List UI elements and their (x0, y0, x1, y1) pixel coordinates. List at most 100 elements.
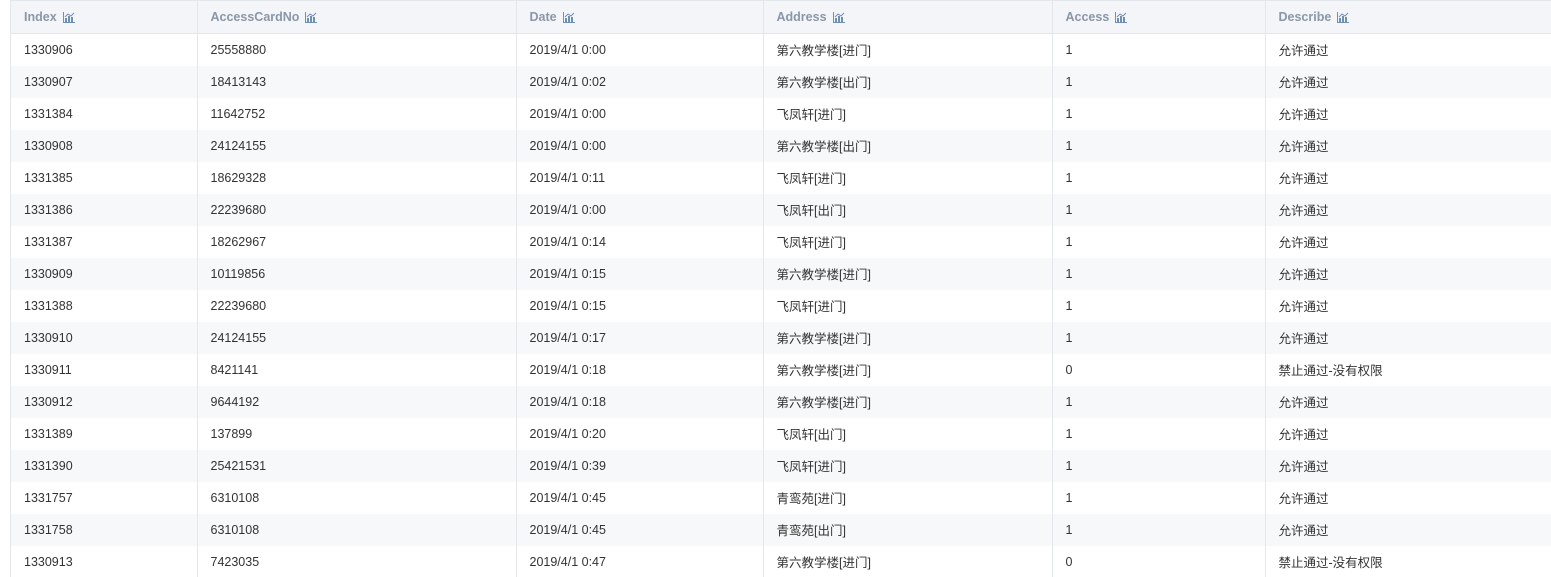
cell-access: 1 (1052, 97, 1266, 130)
column-header-label: AccessCardNo (210, 10, 300, 24)
cell-date: 2019/4/1 0:02 (516, 65, 764, 98)
table-row[interactable]: 1330906 25558880 2019/4/1 0:00 第六教学楼[进门] 1 允许… (11, 33, 1551, 66)
cell-describe: 允许通过 (1265, 449, 1551, 482)
cell-address: 飞凤轩[进门] (763, 289, 1053, 322)
cell-access-card-no: 22239680 (197, 193, 517, 226)
cell-address: 飞凤轩[进门] (763, 161, 1053, 194)
column-header-address[interactable]: Address (763, 0, 1053, 34)
table-row[interactable]: 1331390 25421531 2019/4/1 0:39 飞凤轩[进门] 1 允许通过 (11, 449, 1551, 482)
chart-icon[interactable] (1337, 11, 1350, 23)
cell-date: 2019/4/1 0:14 (516, 225, 764, 258)
cell-describe: 允许通过 (1265, 193, 1551, 226)
chart-icon[interactable] (562, 11, 575, 23)
column-header-describe[interactable]: Describe (1265, 0, 1551, 34)
column-header-label: Address (776, 10, 827, 24)
cell-date: 2019/4/1 0:20 (516, 417, 764, 450)
cell-date: 2019/4/1 0:47 (516, 545, 764, 577)
cell-access-card-no: 18413143 (197, 65, 517, 98)
cell-describe: 允许通过 (1265, 257, 1551, 290)
chart-icon[interactable] (305, 11, 318, 23)
cell-address: 第六教学楼[进门] (763, 353, 1053, 386)
cell-address: 青鸾苑[出门] (763, 513, 1053, 546)
table-row[interactable]: 1330912 9644192 2019/4/1 0:18 第六教学楼[进门] 1 允许通… (11, 385, 1551, 418)
cell-index: 1331390 (11, 449, 198, 482)
table-row[interactable]: 1331386 22239680 2019/4/1 0:00 飞凤轩[出门] 1 允许通过 (11, 193, 1551, 226)
column-header-label: Describe (1278, 10, 1332, 24)
table-row[interactable]: 1330907 18413143 2019/4/1 0:02 第六教学楼[出门] 1 允许… (11, 65, 1551, 98)
table-header: Index AccessCardNo Date Address Access Descri… (11, 0, 1551, 34)
cell-address: 第六教学楼[出门] (763, 129, 1053, 162)
table-row[interactable]: 1330908 24124155 2019/4/1 0:00 第六教学楼[出门] 1 允许… (11, 129, 1551, 162)
cell-access-card-no: 25558880 (197, 33, 517, 66)
cell-access: 1 (1052, 161, 1266, 194)
cell-address: 第六教学楼[进门] (763, 545, 1053, 577)
table-row[interactable]: 1331385 18629328 2019/4/1 0:11 飞凤轩[进门] 1 允许通过 (11, 161, 1551, 194)
table-row[interactable]: 1331758 6310108 2019/4/1 0:45 青鸾苑[出门] 1 允许通过 (11, 513, 1551, 546)
cell-describe: 允许通过 (1265, 513, 1551, 546)
cell-index: 1331758 (11, 513, 198, 546)
cell-address: 第六教学楼[进门] (763, 385, 1053, 418)
cell-describe: 允许通过 (1265, 161, 1551, 194)
cell-index: 1331385 (11, 161, 198, 194)
table-row[interactable]: 1330910 24124155 2019/4/1 0:17 第六教学楼[进门] 1 允许… (11, 321, 1551, 354)
cell-access-card-no: 18262967 (197, 225, 517, 258)
cell-date: 2019/4/1 0:00 (516, 97, 764, 130)
cell-access-card-no: 24124155 (197, 321, 517, 354)
cell-address: 第六教学楼[进门] (763, 257, 1053, 290)
cell-date: 2019/4/1 0:00 (516, 129, 764, 162)
cell-index: 1330906 (11, 33, 198, 66)
table-row[interactable]: 1331389 137899 2019/4/1 0:20 飞凤轩[出门] 1 允许通过 (11, 417, 1551, 450)
cell-index: 1331389 (11, 417, 198, 450)
cell-access-card-no: 10119856 (197, 257, 517, 290)
cell-describe: 允许通过 (1265, 33, 1551, 66)
cell-index: 1330909 (11, 257, 198, 290)
cell-index: 1330908 (11, 129, 198, 162)
cell-access: 1 (1052, 481, 1266, 514)
cell-index: 1330911 (11, 353, 198, 386)
column-header-date[interactable]: Date (516, 0, 764, 34)
cell-address: 第六教学楼[出门] (763, 65, 1053, 98)
column-header-label: Index (24, 10, 57, 24)
column-header-access-card-no[interactable]: AccessCardNo (197, 0, 517, 34)
column-header-access[interactable]: Access (1052, 0, 1266, 34)
data-table: Index AccessCardNo Date Address Access Descri… (11, 0, 1551, 577)
table-row[interactable]: 1330913 7423035 2019/4/1 0:47 第六教学楼[进门] 0 禁止通… (11, 545, 1551, 577)
cell-access-card-no: 24124155 (197, 129, 517, 162)
cell-index: 1331384 (11, 97, 198, 130)
table-row[interactable]: 1330911 8421141 2019/4/1 0:18 第六教学楼[进门] 0 禁止通… (11, 353, 1551, 386)
cell-address: 青鸾苑[进门] (763, 481, 1053, 514)
table-row[interactable]: 1331757 6310108 2019/4/1 0:45 青鸾苑[进门] 1 允许通过 (11, 481, 1551, 514)
cell-date: 2019/4/1 0:17 (516, 321, 764, 354)
cell-access: 1 (1052, 289, 1266, 322)
cell-access-card-no: 9644192 (197, 385, 517, 418)
cell-access: 1 (1052, 257, 1266, 290)
cell-date: 2019/4/1 0:00 (516, 193, 764, 226)
chart-icon[interactable] (832, 11, 845, 23)
chart-icon[interactable] (1115, 11, 1128, 23)
cell-address: 第六教学楼[进门] (763, 321, 1053, 354)
cell-date: 2019/4/1 0:11 (516, 161, 764, 194)
chart-icon[interactable] (62, 11, 75, 23)
table-row[interactable]: 1330909 10119856 2019/4/1 0:15 第六教学楼[进门] 1 允许… (11, 257, 1551, 290)
cell-access-card-no: 11642752 (197, 97, 517, 130)
cell-access: 1 (1052, 193, 1266, 226)
table-row[interactable]: 1331388 22239680 2019/4/1 0:15 飞凤轩[进门] 1 允许通过 (11, 289, 1551, 322)
cell-date: 2019/4/1 0:18 (516, 353, 764, 386)
cell-describe: 允许通过 (1265, 417, 1551, 450)
column-header-index[interactable]: Index (11, 0, 198, 34)
cell-describe: 允许通过 (1265, 65, 1551, 98)
cell-address: 第六教学楼[进门] (763, 33, 1053, 66)
cell-access-card-no: 6310108 (197, 513, 517, 546)
column-header-label: Access (1065, 10, 1110, 24)
cell-date: 2019/4/1 0:39 (516, 449, 764, 482)
cell-index: 1331387 (11, 225, 198, 258)
cell-date: 2019/4/1 0:45 (516, 481, 764, 514)
cell-access-card-no: 25421531 (197, 449, 517, 482)
cell-address: 飞凤轩[出门] (763, 193, 1053, 226)
table-row[interactable]: 1331387 18262967 2019/4/1 0:14 飞凤轩[进门] 1 允许通过 (11, 225, 1551, 258)
table-row[interactable]: 1331384 11642752 2019/4/1 0:00 飞凤轩[进门] 1 允许通过 (11, 97, 1551, 130)
cell-access: 1 (1052, 225, 1266, 258)
cell-access-card-no: 18629328 (197, 161, 517, 194)
cell-date: 2019/4/1 0:00 (516, 33, 764, 66)
cell-address: 飞凤轩[进门] (763, 449, 1053, 482)
